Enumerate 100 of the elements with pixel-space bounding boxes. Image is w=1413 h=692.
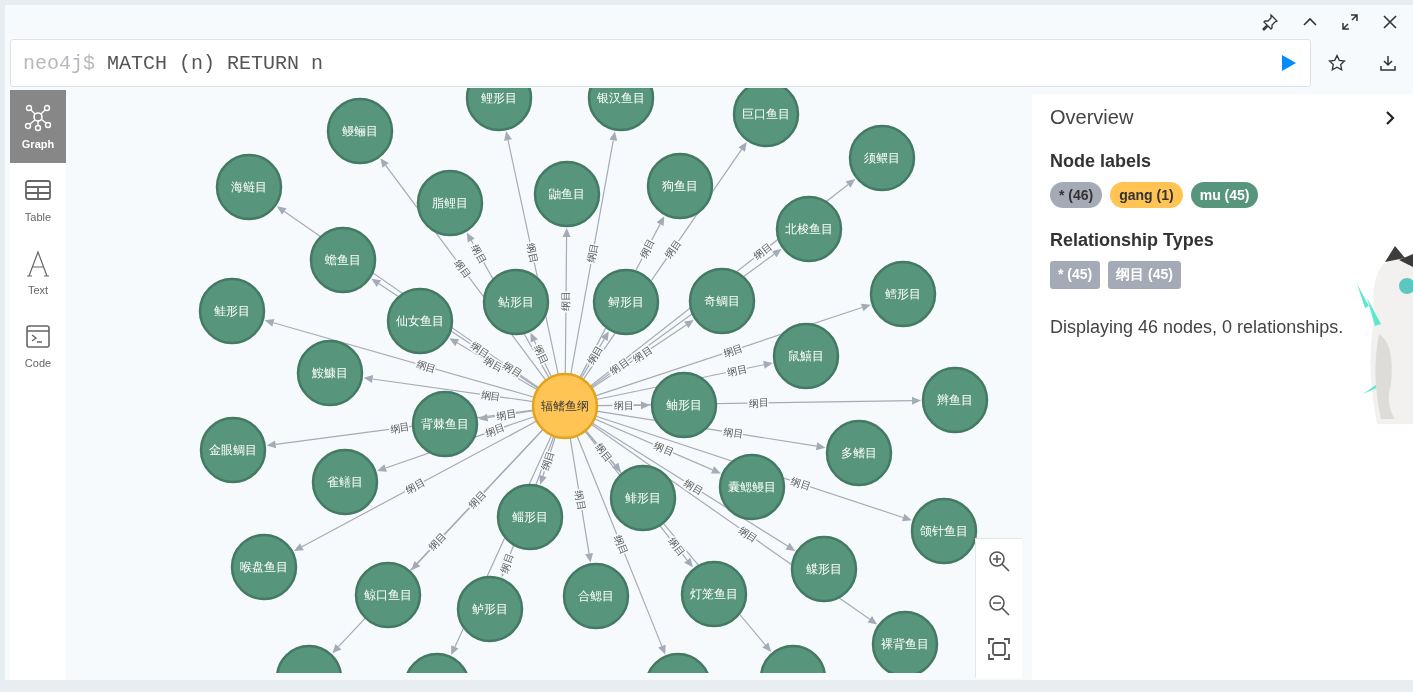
relationship-label: 纲目 — [662, 237, 684, 261]
relationship-label: 纲目 — [652, 439, 676, 458]
graph-node[interactable]: 裸背鱼目 — [871, 610, 939, 673]
label-tag[interactable]: mu (45) — [1190, 182, 1259, 208]
graph-node[interactable]: 鲽形目 — [790, 535, 858, 603]
label-tag[interactable]: * (46) — [1050, 182, 1103, 208]
graph-node[interactable]: 鲤形目 — [465, 88, 533, 132]
relationship-label: 纲目 — [585, 242, 600, 264]
query-text: MATCH (n) RETURN n — [107, 51, 325, 75]
relationship-label: 纲目 — [426, 530, 449, 553]
terminal-icon — [24, 322, 52, 351]
section-heading: Relationship Types — [1050, 230, 1215, 251]
graph-node[interactable]: 多鳍目 — [825, 419, 893, 487]
graph-node[interactable] — [275, 644, 343, 673]
relationship-label: 纲目 — [612, 533, 630, 557]
graph-node[interactable]: 喉盘鱼目 — [230, 533, 298, 601]
download-icon[interactable] — [1378, 54, 1397, 72]
graph-node[interactable]: 鲈形目 — [456, 575, 524, 643]
graph-icon — [24, 103, 52, 132]
graph-node[interactable]: 灯笼鱼目 — [680, 560, 748, 628]
view-tab[interactable]: Code — [10, 309, 66, 382]
graph-node[interactable]: 鮟鱇目 — [296, 339, 364, 407]
graph-node[interactable]: 北梭鱼目 — [775, 195, 843, 263]
graph-node[interactable]: 巨口鱼目 — [732, 88, 800, 148]
relationship-label: 纲目 — [466, 488, 489, 511]
prompt-text: neo4j$ — [23, 51, 95, 75]
section-heading: Node labels — [1050, 151, 1153, 172]
relationship-label: 纲目 — [531, 343, 551, 367]
graph-node[interactable]: 颌针鱼目 — [910, 497, 978, 565]
graph-node[interactable]: 鲟形目 — [592, 268, 660, 336]
graph-node[interactable]: 鳗鲡目 — [326, 97, 394, 165]
graph-node[interactable]: 银汉鱼目 — [587, 88, 655, 132]
relationship-label: 纲目 — [726, 362, 749, 378]
panel-title: Overview — [1050, 106, 1134, 129]
relationship-label: 纲目 — [480, 388, 502, 403]
relationship-label: 纲目 — [631, 343, 655, 365]
zoom-in-icon[interactable] — [987, 549, 1011, 573]
graph-node[interactable]: 辫鱼目 — [921, 366, 989, 434]
star-icon[interactable] — [1327, 54, 1346, 72]
graph-node[interactable]: 海鲢目 — [215, 153, 283, 221]
relationship-label: 纲目 — [498, 551, 516, 575]
relationship-label: 纲目 — [539, 449, 557, 472]
relationship-label: 纲目 — [484, 421, 507, 439]
graph-node[interactable]: 蟾鱼目 — [309, 226, 377, 294]
graph-node[interactable] — [759, 644, 827, 673]
label-tag[interactable]: gang (1) — [1110, 182, 1183, 208]
relationship-label: 纲目 — [524, 242, 540, 264]
graph-node[interactable]: 鲉形目 — [650, 371, 718, 439]
graph-node[interactable]: 鳕形目 — [869, 260, 937, 328]
relationship-label: 纲目 — [560, 290, 572, 312]
relationship-tag[interactable]: * (45) — [1050, 261, 1101, 289]
graph-node[interactable]: 鼠鱚目 — [772, 322, 840, 390]
chevron-right-icon[interactable] — [1383, 109, 1397, 126]
graph-node[interactable]: 脂鲤目 — [416, 169, 484, 237]
relationship-label: 纲目 — [748, 397, 770, 409]
graph-node[interactable]: 囊鳃鳗目 — [718, 453, 786, 521]
relationship-label: 纲目 — [637, 237, 657, 260]
graph-node[interactable]: 鲻形目 — [496, 483, 564, 551]
query-editor[interactable]: neo4j$ MATCH (n) RETURN n — [10, 39, 1311, 87]
graph-node[interactable]: 狗鱼目 — [646, 152, 714, 220]
text-icon — [24, 249, 52, 278]
graph-node[interactable]: 背棘鱼目 — [411, 390, 479, 458]
graph-node[interactable]: 鼬鱼目 — [533, 160, 601, 228]
relationship-label: 纲目 — [723, 426, 745, 440]
relationship-label: 纲目 — [666, 535, 688, 559]
graph-node[interactable]: 须鳂目 — [848, 124, 916, 192]
relationship-label: 纲目 — [573, 489, 588, 511]
view-tab[interactable]: Text — [10, 236, 66, 309]
relationship-label: 纲目 — [721, 341, 745, 359]
expand-icon[interactable] — [1341, 12, 1359, 31]
zoom-out-icon[interactable] — [987, 593, 1011, 617]
graph-node[interactable]: 仙女鱼目 — [386, 287, 454, 355]
relationship-label: 纲目 — [751, 241, 774, 262]
graph-node[interactable]: 鲇形目 — [482, 268, 550, 336]
relationship-label: 纲目 — [593, 441, 615, 464]
close-icon[interactable] — [1381, 12, 1399, 31]
graph-node[interactable]: 鲱形目 — [609, 464, 677, 532]
relationship-label: 纲目 — [389, 421, 411, 435]
relationship-label: 纲目 — [789, 475, 813, 493]
summary-text: Displaying 46 nodes, 0 relationships. — [1050, 317, 1345, 338]
relationship-label: 纲目 — [737, 524, 760, 545]
graph-node[interactable]: 辐鳍鱼纲 — [531, 372, 599, 440]
relationship-label: 纲目 — [501, 359, 524, 380]
relationship-label: 纲目 — [403, 476, 427, 496]
relationship-label: 纲目 — [608, 356, 631, 377]
graph-node[interactable]: 合鳃目 — [562, 562, 630, 630]
relationship-tag[interactable]: 纲目 (45) — [1108, 261, 1182, 289]
graph-node[interactable]: 金眼鲷目 — [199, 416, 267, 484]
view-tab[interactable]: Graph — [10, 90, 66, 163]
graph-node[interactable]: 雀鳝目 — [311, 448, 379, 516]
graph-node[interactable]: 奇鲷目 — [688, 267, 756, 335]
relationship-label: 纲目 — [682, 477, 706, 497]
relationship-label: 纲目 — [613, 399, 634, 412]
relationship-label: 纲目 — [495, 407, 517, 422]
relationship-label: 纲目 — [415, 358, 438, 375]
view-tab[interactable]: Table — [10, 163, 66, 236]
graph-node[interactable]: 鲑形目 — [198, 277, 266, 345]
pin-icon[interactable] — [1261, 12, 1279, 31]
graph-node[interactable]: 鲸口鱼目 — [354, 561, 422, 629]
fit-icon[interactable] — [987, 637, 1011, 661]
